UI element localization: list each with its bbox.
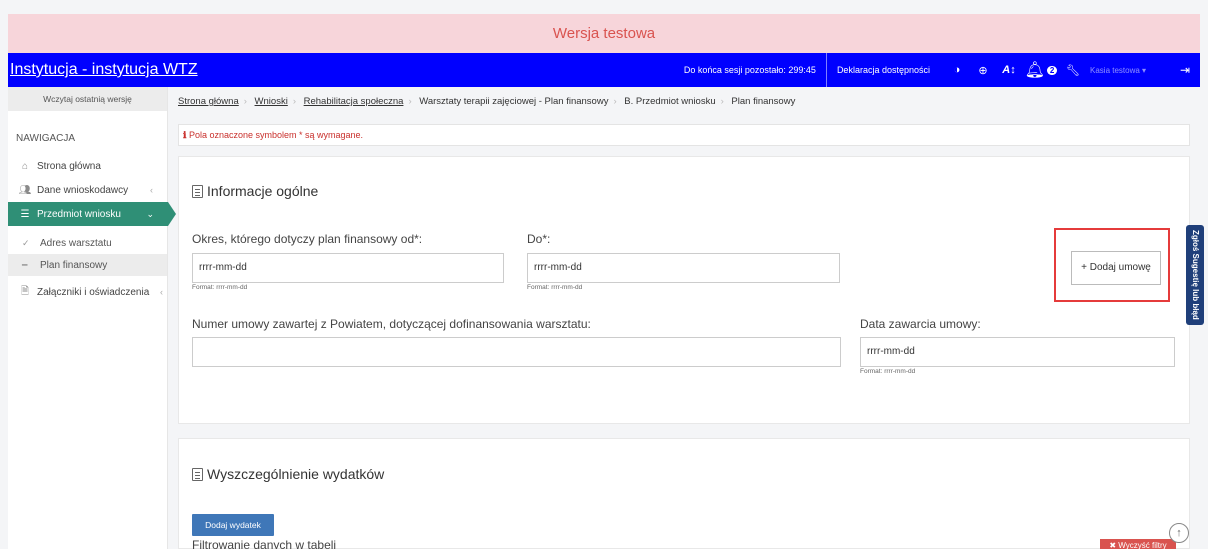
period-from-input[interactable]: rrrr-mm-dd	[192, 253, 504, 283]
sidebar-subitem-workshop-address[interactable]: ✓ Adres warsztatu	[8, 232, 167, 254]
wrench-icon[interactable]: 🔧︎	[1060, 64, 1086, 77]
zoom-icon[interactable]: ⊕	[970, 64, 996, 77]
period-from-label: Okres, którego dotyczy plan finansowy od…	[192, 232, 423, 246]
file-icon: 🗎︎	[20, 285, 30, 297]
logout-icon[interactable]: ⇥	[1170, 63, 1200, 77]
clear-filters-button[interactable]: ✖ Wyczyść filtry	[1100, 539, 1176, 549]
load-last-version-button[interactable]: Wczytaj ostatnią wersję	[8, 87, 167, 111]
period-to-label: Do*:	[527, 232, 551, 246]
breadcrumb-current: Plan finansowy	[731, 96, 796, 107]
contract-number-input[interactable]	[192, 337, 841, 367]
add-expense-button[interactable]: Dodaj wydatek	[192, 514, 274, 536]
sidebar: Wczytaj ostatnią wersję NAWIGACJA ⌂ Stro…	[8, 87, 176, 549]
period-to-input[interactable]: rrrr-mm-dd	[527, 253, 840, 283]
sidebar-item-label: Dane wnioskodawcy	[37, 184, 129, 196]
list-icon: ☰	[20, 208, 30, 220]
contrast-icon[interactable]: ◑	[944, 64, 970, 76]
required-fields-note: ℹ Pola oznaczone symbolem * są wymagane.	[178, 124, 1190, 146]
chevron-down-icon: ⌄	[146, 208, 154, 219]
topbar-divider	[825, 53, 827, 87]
breadcrumb-wtz-plan: Warsztaty terapii zajęciowej - Plan fina…	[419, 96, 609, 107]
session-timer: Do końca sesji pozostało: 299:45	[683, 65, 816, 75]
breadcrumb-applications[interactable]: Wnioski	[255, 96, 288, 107]
breadcrumb-section-b: B. Przedmiot wniosku	[624, 96, 716, 107]
check-icon: ✓	[22, 237, 30, 248]
user-menu[interactable]: Kasia testowa ▾	[1090, 66, 1170, 75]
sidebar-item-label: Załączniki i oświadczenia	[37, 286, 150, 298]
bell-icon: 🔔︎	[1024, 62, 1045, 79]
add-contract-button[interactable]: + Dodaj umowę	[1071, 251, 1161, 285]
sidebar-subitem-financial-plan[interactable]: ━ Plan finansowy	[8, 254, 167, 276]
contract-date-label: Data zawarcia umowy:	[860, 317, 981, 331]
sidebar-item-home[interactable]: ⌂ Strona główna	[8, 154, 167, 178]
contract-date-input[interactable]: rrrr-mm-dd	[860, 337, 1175, 367]
accessibility-declaration-link[interactable]: Deklaracja dostępności	[837, 65, 930, 75]
home-icon: ⌂	[21, 160, 29, 172]
notifications-button[interactable]: 🔔︎ 2	[1022, 60, 1060, 80]
general-info-title-text: Informacje ogólne	[207, 183, 319, 199]
breadcrumb-home[interactable]: Strona główna	[178, 96, 239, 107]
table-filter-title: Filtrowanie danych w tabeli	[192, 538, 337, 549]
format-hint: Format: rrrr-mm-dd	[192, 284, 248, 291]
format-hint: Format: rrrr-mm-dd	[860, 368, 916, 375]
sidebar-item-application-subject[interactable]: ☰ Przedmiot wniosku ⌄	[8, 202, 176, 226]
sidebar-item-attachments[interactable]: 🗎︎ Załączniki i oświadczenia ‹	[8, 280, 167, 304]
test-version-banner: Wersja testowa	[8, 14, 1200, 53]
notification-count-badge: 2	[1046, 65, 1058, 75]
document-icon	[192, 184, 203, 198]
users-icon: 👥︎	[18, 184, 32, 196]
required-note-text: Pola oznaczone symbolem * są wymagane.	[188, 130, 364, 140]
sidebar-item-applicant-data[interactable]: 👥︎ Dane wnioskodawcy ‹	[8, 178, 167, 202]
breadcrumb-social-rehab[interactable]: Rehabilitacja społeczna	[304, 96, 404, 107]
report-suggestion-tab[interactable]: Zgłoś Sugestię lub błąd	[1186, 225, 1204, 325]
expenses-title-text: Wyszczególnienie wydatków	[207, 466, 385, 482]
font-size-icon[interactable]: A↕	[996, 64, 1022, 76]
top-bar: Instytucja - instytucja WTZ Do końca ses…	[8, 53, 1200, 87]
sidebar-item-label: Strona główna	[37, 160, 101, 172]
scroll-to-top-icon[interactable]: ↑	[1169, 523, 1189, 543]
format-hint: Format: rrrr-mm-dd	[527, 284, 583, 291]
chevron-left-icon: ‹	[150, 185, 153, 195]
contract-number-label: Numer umowy zawartej z Powiatem, dotyczą…	[192, 317, 591, 331]
info-icon: ℹ	[183, 130, 187, 140]
expenses-title: Wyszczególnienie wydatków	[192, 466, 384, 482]
expenses-panel	[178, 438, 1190, 549]
dash-icon: ━	[22, 259, 28, 270]
institution-title-link[interactable]: Instytucja - instytucja WTZ	[8, 61, 198, 79]
general-info-title: Informacje ogólne	[192, 183, 318, 199]
sidebar-subitem-label: Plan finansowy	[40, 259, 108, 271]
chevron-left-icon: ‹	[160, 287, 163, 297]
document-icon	[192, 467, 203, 481]
breadcrumb: Strona główna › Wnioski › Rehabilitacja sp…	[178, 96, 796, 107]
sidebar-item-label: Przedmiot wniosku	[37, 208, 121, 220]
general-info-panel	[178, 156, 1190, 424]
sidebar-subitem-label: Adres warsztatu	[40, 237, 112, 249]
nav-heading: NAWIGACJA	[16, 133, 76, 144]
